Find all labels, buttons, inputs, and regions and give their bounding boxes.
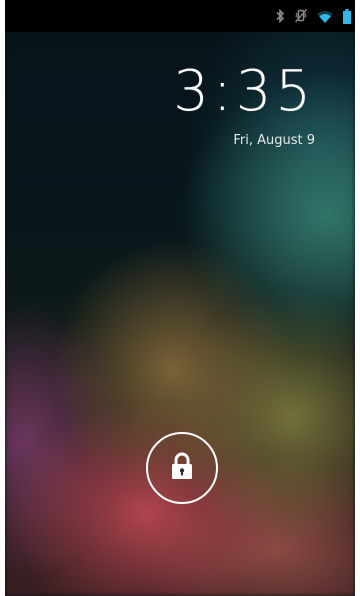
status-icons [276, 8, 351, 24]
lockscreen-clock: 3:35 [173, 59, 315, 124]
bluetooth-icon [276, 9, 285, 23]
lock-icon [170, 452, 194, 484]
status-bar [5, 0, 355, 32]
unlock-button[interactable] [146, 432, 218, 504]
phone-screen: 3:35 Fri, August 9 [5, 0, 355, 596]
vibrate-icon [295, 9, 307, 23]
wifi-icon [317, 10, 333, 23]
lockscreen-date: Fri, August 9 [233, 133, 315, 148]
battery-icon [343, 8, 351, 24]
